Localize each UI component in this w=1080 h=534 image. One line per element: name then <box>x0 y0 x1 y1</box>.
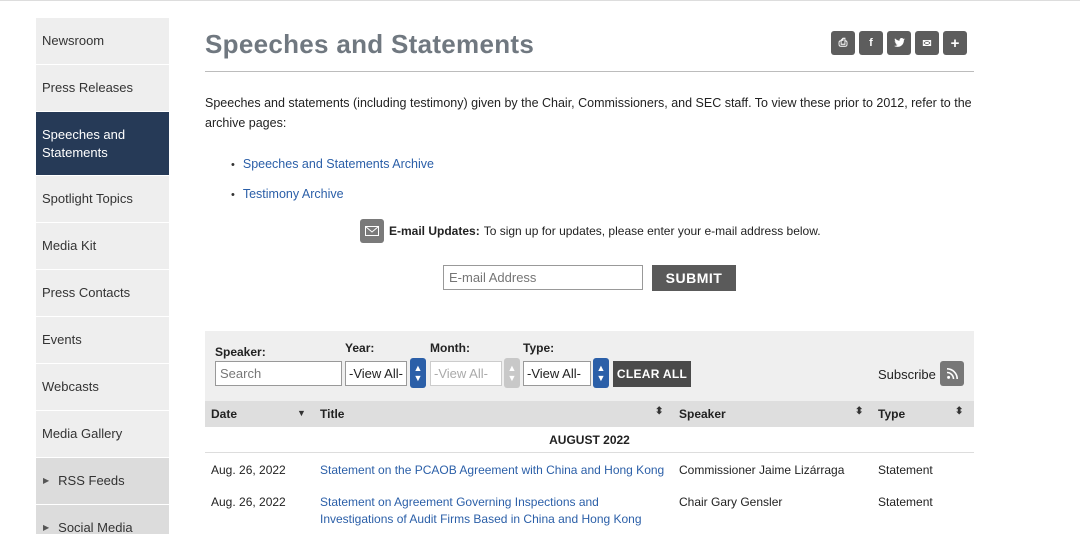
sort-icon[interactable]: ⬍ <box>955 406 963 417</box>
share-toolbar: ⎙ f ✉ + <box>831 31 967 55</box>
print-icon[interactable]: ⎙ <box>831 31 855 55</box>
sidebar-item-media-gallery[interactable]: Media Gallery <box>36 411 169 458</box>
month-spinner-icon[interactable]: ▲ ▼ <box>504 358 520 388</box>
archive-links: Speeches and Statements Archive Testimon… <box>231 150 434 210</box>
sidebar-item-label: Speeches and Statements <box>42 126 126 160</box>
sidebar-item-label: Media Kit <box>42 238 97 253</box>
submit-button[interactable]: SUBMIT <box>652 265 736 291</box>
type-select[interactable]: -View All- <box>523 361 591 386</box>
sidebar-item-label: Spotlight Topics <box>42 191 133 206</box>
page-title: Speeches and Statements <box>205 29 535 59</box>
sidebar-item-label: Media Gallery <box>42 426 123 441</box>
sidebar-item-label: Press Releases <box>42 80 134 95</box>
subscribe-label[interactable]: Subscribe <box>878 367 936 382</box>
year-spinner-icon[interactable]: ▲ ▼ <box>410 358 426 388</box>
row-date: Aug. 26, 2022 <box>211 495 286 509</box>
row-title-link[interactable]: Statement on Agreement Governing Inspect… <box>320 494 660 528</box>
rss-icon[interactable] <box>940 361 964 386</box>
column-header-type[interactable]: Type <box>878 407 905 421</box>
row-speaker: Commissioner Jaime Lizárraga <box>679 463 845 477</box>
facebook-icon[interactable]: f <box>859 31 883 55</box>
email-updates-text: To sign up for updates, please enter you… <box>483 224 821 238</box>
row-speaker: Chair Gary Gensler <box>679 495 783 509</box>
speeches-archive-link[interactable]: Speeches and Statements Archive <box>231 150 434 180</box>
sidebar-item-label: RSS Feeds <box>58 473 125 488</box>
twitter-icon[interactable] <box>887 31 911 55</box>
sidebar-item-label: Social Media <box>58 520 133 534</box>
sidebar-item-spotlight-topics[interactable]: Spotlight Topics <box>36 176 169 223</box>
email-icon[interactable]: ✉ <box>915 31 939 55</box>
column-header-speaker[interactable]: Speaker <box>679 407 726 421</box>
sidebar-item-press-contacts[interactable]: Press Contacts <box>36 270 169 317</box>
plus-icon[interactable]: + <box>943 31 967 55</box>
top-divider <box>0 0 1080 1</box>
sidebar-item-events[interactable]: Events <box>36 317 169 364</box>
type-spinner-icon[interactable]: ▲ ▼ <box>593 358 609 388</box>
sidebar: Newsroom Press Releases Speeches and Sta… <box>36 18 169 534</box>
row-date: Aug. 26, 2022 <box>211 463 286 477</box>
sidebar-item-webcasts[interactable]: Webcasts <box>36 364 169 411</box>
year-select[interactable]: -View All- <box>345 361 407 386</box>
sidebar-item-rss-feeds[interactable]: ▶ RSS Feeds <box>36 458 169 505</box>
email-field[interactable] <box>443 265 643 290</box>
sidebar-item-label: Webcasts <box>42 379 99 394</box>
month-select[interactable]: -View All- <box>430 361 502 386</box>
column-header-date[interactable]: Date <box>211 407 237 421</box>
speaker-search-input[interactable]: Search <box>215 361 342 386</box>
sidebar-item-newsroom[interactable]: Newsroom <box>36 18 169 65</box>
sidebar-item-press-releases[interactable]: Press Releases <box>36 65 169 112</box>
table-header: Date ▼ Title ⬍ Speaker ⬍ Type ⬍ <box>205 401 974 427</box>
sidebar-item-social-media[interactable]: ▶ Social Media <box>36 505 169 534</box>
sidebar-item-label: Newsroom <box>42 33 105 48</box>
sidebar-item-label: Events <box>42 332 82 347</box>
title-divider <box>205 71 974 72</box>
sidebar-item-media-kit[interactable]: Media Kit <box>36 223 169 270</box>
row-type: Statement <box>878 463 933 477</box>
clear-all-button[interactable]: CLEAR ALL <box>613 361 691 387</box>
testimony-archive-link[interactable]: Testimony Archive <box>231 180 434 210</box>
intro-text: Speeches and statements (including testi… <box>205 96 972 130</box>
caret-right-icon: ▶ <box>43 476 50 485</box>
sort-desc-icon[interactable]: ▼ <box>297 408 306 418</box>
email-updates-label: E-mail Updates: <box>389 224 480 238</box>
sidebar-item-label: Press Contacts <box>42 285 131 300</box>
type-filter-label: Type: <box>523 341 555 355</box>
year-filter-label: Year: <box>345 341 375 355</box>
sidebar-item-speeches-and-statements[interactable]: Speeches and Statements <box>36 112 169 176</box>
speaker-filter-label: Speaker: <box>215 345 266 359</box>
row-type: Statement <box>878 495 933 509</box>
email-updates: E-mail Updates: To sign up for updates, … <box>360 219 821 243</box>
column-header-title[interactable]: Title <box>320 407 344 421</box>
filter-panel: Speaker: Year: Month: Type: Search -View… <box>205 331 974 401</box>
envelope-icon <box>360 219 384 243</box>
row-title-link[interactable]: Statement on the PCAOB Agreement with Ch… <box>320 462 670 479</box>
caret-right-icon: ▶ <box>43 523 50 532</box>
sort-icon[interactable]: ⬍ <box>855 406 863 417</box>
sort-icon[interactable]: ⬍ <box>655 406 663 417</box>
month-filter-label: Month: <box>430 341 470 355</box>
month-group-header: AUGUST 2022 <box>205 427 974 453</box>
